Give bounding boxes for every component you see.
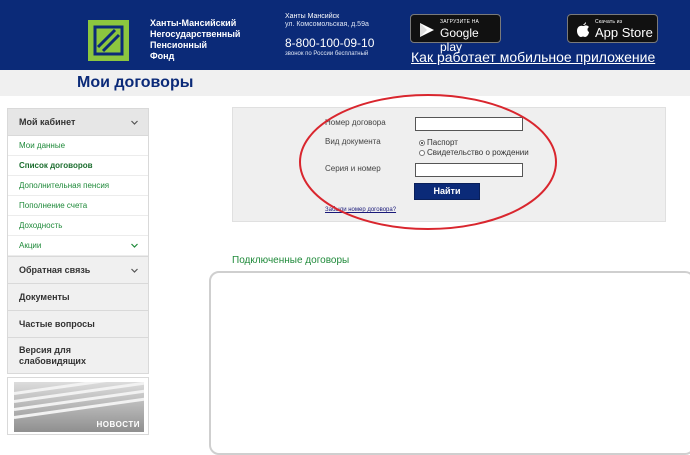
- sidebar-item-faq[interactable]: Частые вопросы: [8, 310, 148, 337]
- sidebar-item-contract-list[interactable]: Список договоров: [8, 156, 148, 176]
- sidebar-item-documents[interactable]: Документы: [8, 283, 148, 310]
- address-city: Ханты Мансийск: [285, 13, 340, 20]
- forgot-contract-number-link[interactable]: Забыли номер договора?: [325, 206, 396, 214]
- sidebar-item-promotions[interactable]: Акции: [8, 236, 148, 256]
- passport-radio-label[interactable]: Паспорт: [427, 138, 458, 148]
- birth-certificate-radio[interactable]: [419, 150, 425, 156]
- news-label: НОВОСТИ: [96, 420, 140, 429]
- contract-number-label: Номер договора: [325, 118, 386, 127]
- page-title: Мои договоры: [77, 74, 194, 91]
- connected-contracts-list: [209, 271, 690, 455]
- phone-number: 8-800-100-09-10: [285, 36, 375, 50]
- find-button[interactable]: Найти: [414, 183, 480, 200]
- connected-contracts-title: Подключенные договоры: [232, 255, 350, 266]
- sidebar-item-additional-pension[interactable]: Дополнительная пенсия: [8, 176, 148, 196]
- apple-icon: [577, 22, 589, 37]
- chevron-down-icon: [131, 243, 138, 248]
- google-play-button[interactable]: ЗАГРУЗИТЕ НА Google play: [410, 14, 501, 54]
- sidebar-item-low-vision[interactable]: Версия для слабовидящих: [8, 337, 148, 373]
- sidebar-item-account-topup[interactable]: Пополнение счета: [8, 196, 148, 216]
- chevron-down-icon: [131, 120, 138, 125]
- sidebar-item-my-cabinet[interactable]: Мой кабинет: [8, 109, 148, 136]
- title-bar: Мои договоры: [0, 70, 690, 96]
- news-image: НОВОСТИ: [14, 382, 144, 432]
- document-type-label: Вид документа: [325, 137, 381, 146]
- passport-radio[interactable]: [419, 140, 425, 146]
- fund-logo[interactable]: [88, 20, 129, 61]
- sidebar-item-feedback[interactable]: Обратная связь: [8, 256, 148, 283]
- google-play-icon: [420, 23, 434, 37]
- mobile-app-link[interactable]: Как работает мобильное приложение: [411, 49, 655, 65]
- sidebar-menu: Мой кабинет Мои данные Список договоров …: [7, 108, 149, 374]
- chevron-down-icon: [131, 268, 138, 273]
- app-store-button[interactable]: Скачать из App Store: [567, 14, 658, 43]
- page-root: Ханты-Мансийский Негосударственный Пенси…: [0, 0, 690, 455]
- logo-emblem-icon: [93, 25, 124, 56]
- site-header: Ханты-Мансийский Негосударственный Пенси…: [0, 0, 690, 70]
- contract-number-input[interactable]: [415, 117, 523, 131]
- birth-certificate-radio-label[interactable]: Свидетельство о рождении: [427, 148, 529, 158]
- phone-note: звонок по России бесплатный: [285, 51, 369, 57]
- address-street: ул. Комсомольская, д.59а: [285, 21, 369, 28]
- series-number-label: Серия и номер: [325, 164, 381, 173]
- sidebar-item-profitability[interactable]: Доходность: [8, 216, 148, 236]
- series-number-input[interactable]: [415, 163, 523, 177]
- org-name: Ханты-Мансийский Негосударственный Пенси…: [150, 18, 241, 61]
- sidebar-item-my-data[interactable]: Мои данные: [8, 136, 148, 156]
- news-banner[interactable]: НОВОСТИ: [7, 377, 149, 435]
